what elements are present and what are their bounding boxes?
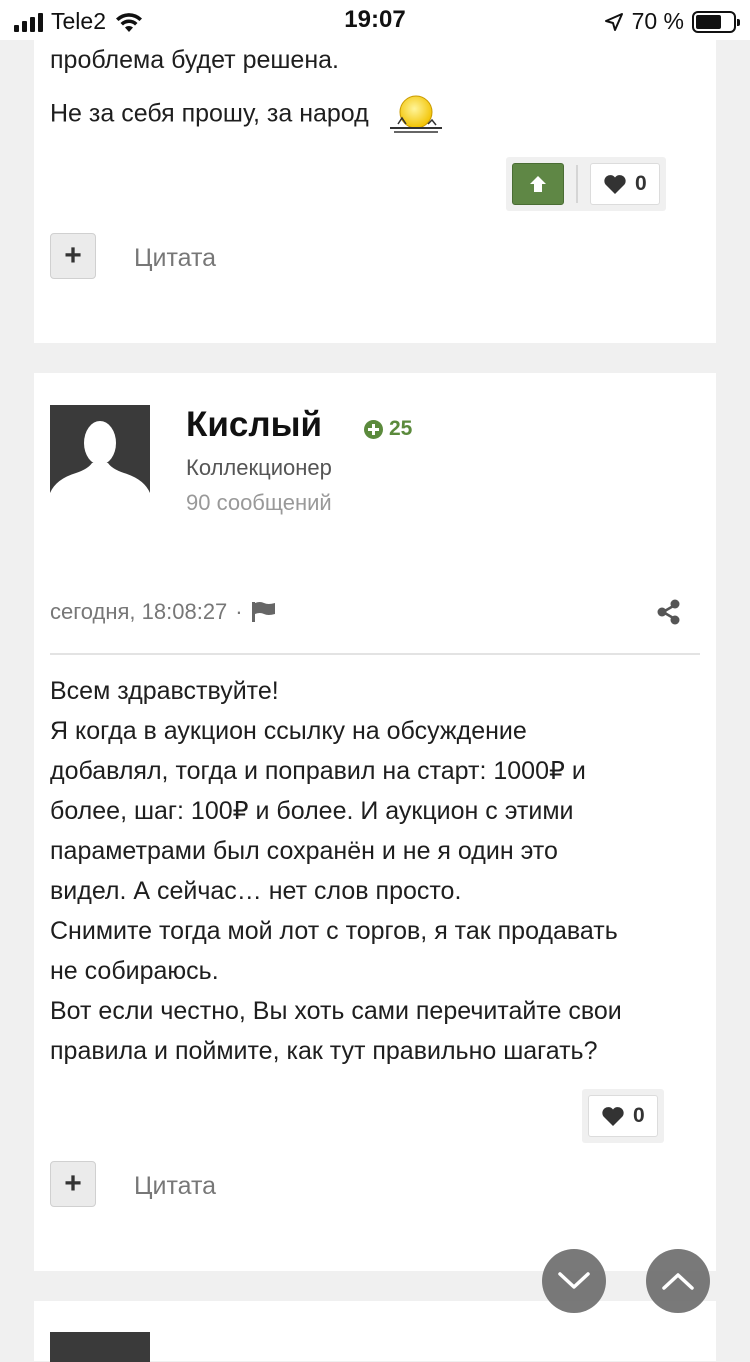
reaction-bar: 0 xyxy=(582,1089,664,1143)
like-button[interactable]: 0 xyxy=(590,163,660,205)
post-meta: сегодня, 18:08:27 · xyxy=(50,599,277,625)
post-body: Всем здравствуйте! Я когда в аукцион ссы… xyxy=(50,671,690,1071)
post-text-line: Всем здравствуйте! xyxy=(50,677,279,705)
quote-link[interactable]: Цитата xyxy=(134,1172,216,1201)
location-arrow-icon xyxy=(604,12,623,31)
author-rank: Коллекционер xyxy=(186,455,332,480)
status-right: 70 % xyxy=(604,8,740,35)
meta-separator: · xyxy=(235,599,243,624)
post-text-line-content: Не за себя прошу, за народ xyxy=(50,99,369,128)
upvote-button[interactable] xyxy=(512,163,564,205)
post-text-line: параметрами был сохранён и не я один это xyxy=(50,837,558,865)
author-name[interactable]: Кислый xyxy=(186,405,322,445)
like-button[interactable]: 0 xyxy=(588,1095,658,1137)
status-bar: Tele2 19:07 70 % xyxy=(0,0,750,40)
post-text-line: Не за себя прошу, за народ xyxy=(50,94,446,136)
reputation-badge: 25 xyxy=(364,417,412,441)
post-text-line: проблема будет решена. xyxy=(50,46,339,74)
user-silhouette-icon xyxy=(50,421,150,505)
page: проблема будет решена. Не за себя прошу,… xyxy=(20,0,730,1362)
post-card: Кислый 25 Коллекционер 90 сообщений сего… xyxy=(34,373,716,1271)
post-text-line: правила и поймите, как тут правильно шаг… xyxy=(50,1037,598,1065)
scroll-up-button[interactable] xyxy=(646,1249,710,1313)
post-text-line: добавлял, тогда и поправил на старт: 100… xyxy=(50,757,586,785)
author-post-count: 90 сообщений xyxy=(186,490,332,515)
post-timestamp[interactable]: сегодня, 18:08:27 xyxy=(50,599,227,625)
chevron-up-icon xyxy=(662,1273,694,1290)
battery-percent: 70 % xyxy=(631,8,684,34)
heart-icon xyxy=(604,174,626,194)
divider xyxy=(50,653,700,655)
post-text-line: Я когда в аукцион ссылку на обсуждение xyxy=(50,717,527,745)
post-text-line: не собираюсь. xyxy=(50,957,219,985)
post-text-line: Вот если честно, Вы хоть сами перечитайт… xyxy=(50,997,622,1025)
quote-link[interactable]: Цитата xyxy=(134,244,216,273)
avatar[interactable] xyxy=(50,1332,150,1362)
share-icon[interactable] xyxy=(656,599,682,625)
post-text-line: видел. А сейчас… нет слов просто. xyxy=(50,877,462,905)
post-card-next xyxy=(34,1301,716,1362)
multiquote-button[interactable]: + xyxy=(50,233,96,279)
reaction-bar: 0 xyxy=(506,157,666,211)
like-count: 0 xyxy=(635,172,647,195)
plus-circle-icon xyxy=(364,419,383,439)
sunset-emoji-icon xyxy=(389,95,442,133)
battery-fill xyxy=(696,14,722,29)
post-text-line: более, шаг: 100₽ и более. И аукцион с эт… xyxy=(50,797,574,825)
reaction-separator xyxy=(576,165,578,203)
post-card-previous: проблема будет решена. Не за себя прошу,… xyxy=(34,0,716,343)
chevron-down-icon xyxy=(558,1272,590,1289)
multiquote-button[interactable]: + xyxy=(50,1161,96,1207)
like-count: 0 xyxy=(633,1104,645,1127)
post-text-line: Снимите тогда мой лот с торгов, я так пр… xyxy=(50,917,618,945)
battery-icon xyxy=(692,10,740,33)
heart-icon xyxy=(602,1106,624,1126)
scroll-down-button[interactable] xyxy=(542,1249,606,1313)
arrow-up-icon xyxy=(530,176,546,192)
reputation-value: 25 xyxy=(389,417,413,440)
avatar[interactable] xyxy=(50,405,150,505)
flag-icon[interactable] xyxy=(251,601,277,623)
